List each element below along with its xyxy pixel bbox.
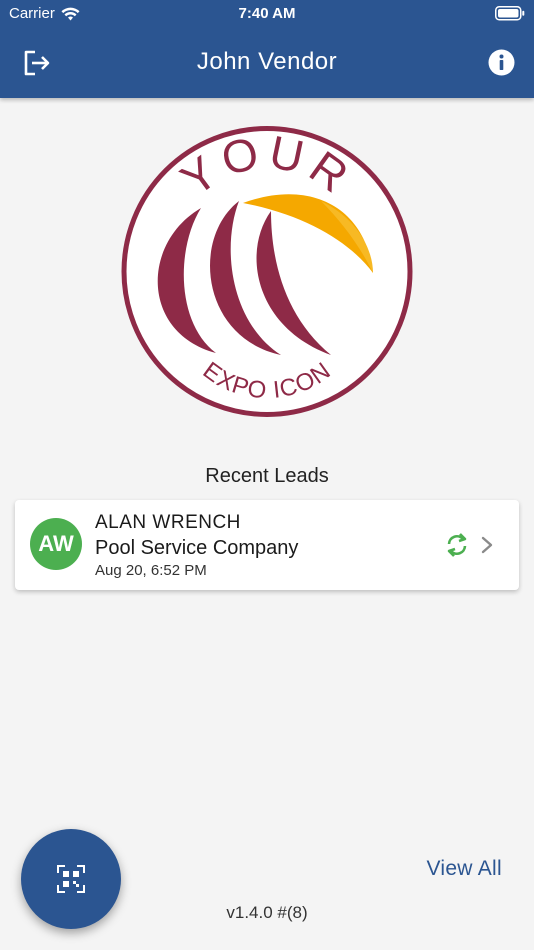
app-header: Carrier 7:40 AM John Vendor [0, 0, 534, 98]
info-icon[interactable] [488, 49, 515, 76]
view-all-link[interactable]: View All [426, 857, 502, 881]
sync-icon [447, 533, 467, 557]
qr-scan-icon [57, 865, 85, 893]
lead-name: ALAN WRENCH [95, 512, 241, 533]
version-label: v1.4.0 #(8) [226, 903, 308, 922]
status-bar: Carrier 7:40 AM [0, 0, 534, 28]
lead-card[interactable]: AW ALAN WRENCH Pool Service Company Aug … [15, 500, 519, 590]
battery-icon [495, 6, 525, 21]
expo-logo: YOUR EXPO ICON [121, 125, 413, 417]
recent-leads-title: Recent Leads [205, 465, 329, 487]
page-title: John Vendor [196, 48, 338, 75]
avatar: AW [30, 518, 82, 570]
chevron-right-icon [481, 536, 493, 554]
lead-date: Aug 20, 6:52 PM [95, 562, 207, 579]
status-time: 7:40 AM [238, 5, 296, 22]
lead-company: Pool Service Company [95, 537, 299, 559]
